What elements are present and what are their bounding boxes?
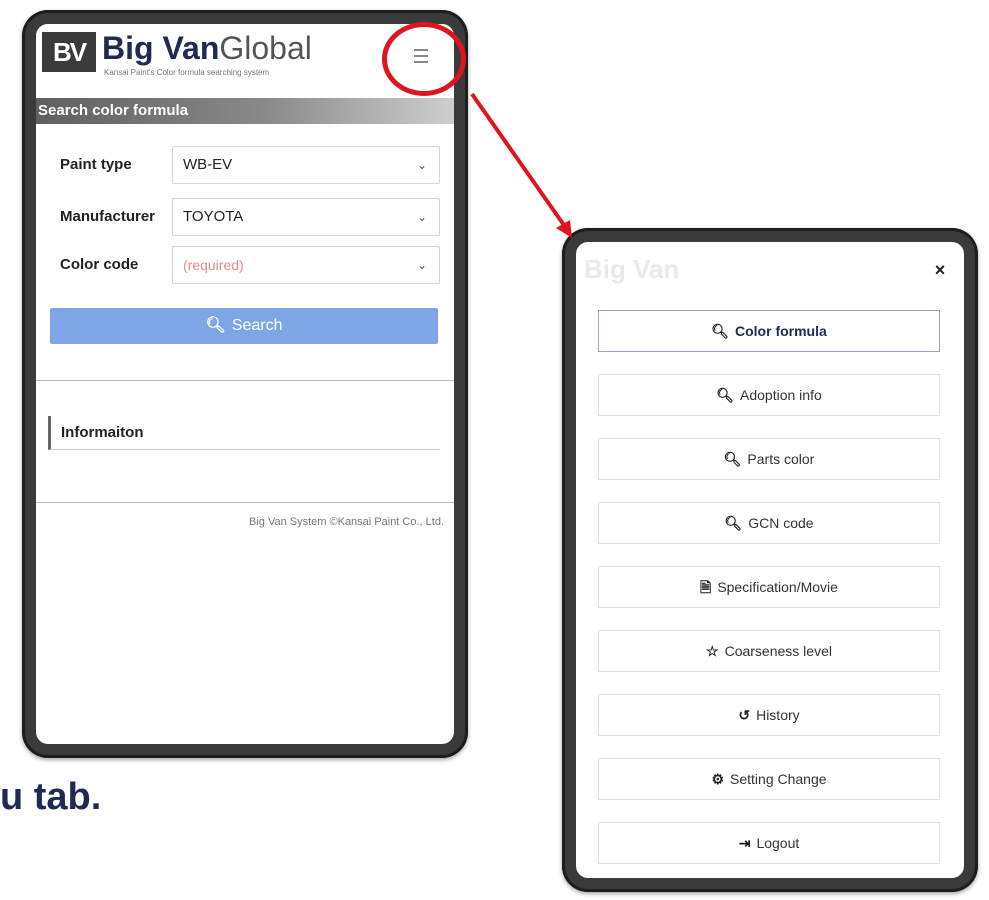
pointer-arrow xyxy=(470,92,572,238)
